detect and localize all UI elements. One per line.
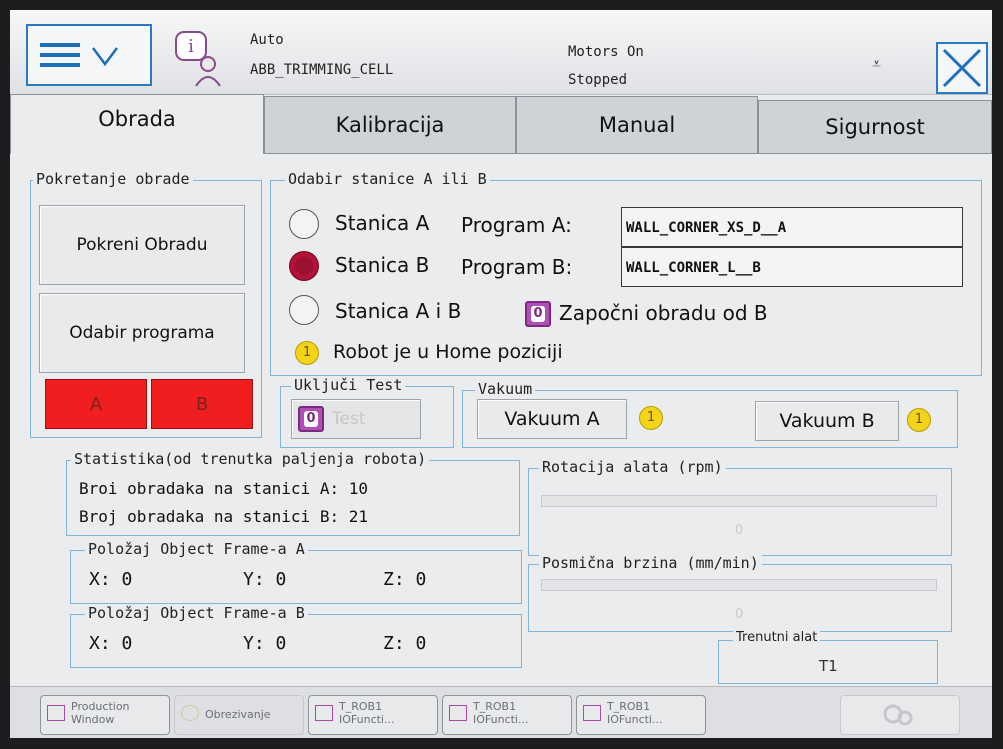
rapid-module-icon [315, 705, 333, 721]
event-log-icon[interactable]: i [170, 28, 226, 88]
frame-b-group: Položaj Object Frame-a B X: 0 Y: 0 Z: 0 [70, 604, 522, 668]
stanica-group: Odabir stanice A ili B Stanica A Program… [270, 170, 982, 376]
test-button[interactable]: 0 Test [291, 399, 421, 439]
task-t-rob1-1[interactable]: T_ROB1 IOFuncti... [308, 695, 438, 735]
motors-status: Motors On [568, 44, 644, 60]
header-bar: i Auto ABB_TRIMMING_CELL Motors On Stopp… [10, 10, 992, 95]
rotacija-bar [541, 495, 937, 507]
flexpendant-screen: i Auto ABB_TRIMMING_CELL Motors On Stopp… [10, 10, 992, 738]
home-label: Robot je u Home poziciji [333, 341, 563, 363]
task-label: T_ROB1 IOFuncti... [473, 700, 529, 726]
task-production-window[interactable]: Production Window [40, 695, 170, 735]
production-window-icon [47, 705, 65, 721]
stat-line-b: Broj obradaka na stanici B: 21 [79, 507, 368, 526]
main-menu-button[interactable] [26, 24, 152, 86]
stat-line-a: Broi obradaka na stanici A: 10 [79, 479, 368, 498]
program-state: Stopped [568, 72, 628, 88]
station-a-button[interactable]: A [45, 379, 147, 429]
frame-b-x: X: 0 [89, 633, 133, 654]
stanica-b-label: Stanica B [335, 253, 430, 277]
task-label: Production Window [71, 700, 130, 726]
tab-kalibracija[interactable]: Kalibracija [264, 96, 516, 154]
svg-text:i: i [188, 36, 194, 57]
posmicna-group: Posmična brzina (mm/min) 0 [528, 554, 952, 632]
pokreni-obradu-button[interactable]: Pokreni Obradu [39, 205, 245, 285]
task-label: T_ROB1 IOFuncti... [339, 700, 395, 726]
stanica-a-label: Stanica A [335, 211, 430, 235]
speed-icon: ⩡ [872, 54, 882, 73]
close-button[interactable] [936, 42, 988, 94]
rotacija-value: 0 [735, 523, 744, 538]
vakuum-b-indicator: 1 [907, 408, 931, 432]
quickset-button[interactable] [840, 695, 960, 735]
test-group: Uključi Test 0 Test [280, 376, 454, 448]
test-badge-value: 0 [304, 411, 318, 427]
pokretanje-legend: Pokretanje obrade [33, 170, 193, 188]
frame-a-x: X: 0 [89, 569, 133, 590]
rapid-module-icon [449, 705, 467, 721]
gears-icon [883, 704, 913, 726]
frame-b-z: Z: 0 [383, 633, 427, 654]
test-label: Test [332, 409, 366, 429]
alat-value: T1 [819, 657, 838, 675]
frame-a-y: Y: 0 [243, 569, 287, 590]
frame-a-legend: Položaj Object Frame-a A [85, 540, 308, 558]
frame-a-z: Z: 0 [383, 569, 427, 590]
program-a-field[interactable]: WALL_CORNER_XS_D__A [621, 207, 963, 247]
vakuum-group: Vakuum Vakuum A 1 Vakuum B 1 [462, 380, 958, 448]
hamburger-icon [40, 43, 80, 67]
task-t-rob1-3[interactable]: T_ROB1 IOFuncti... [576, 695, 706, 735]
obrezivanje-icon [181, 705, 199, 721]
station-b-button[interactable]: B [151, 379, 253, 429]
tab-sigurnost[interactable]: Sigurnost [758, 100, 992, 154]
tab-manual[interactable]: Manual [516, 96, 758, 154]
chevron-down-icon [92, 47, 118, 67]
posmicna-legend: Posmična brzina (mm/min) [539, 554, 762, 572]
radio-stanica-a[interactable] [289, 209, 319, 239]
stanica-a-i-b-label: Stanica A i B [335, 299, 462, 323]
vakuum-legend: Vakuum [475, 380, 536, 398]
operating-mode: Auto [250, 32, 284, 48]
pokretanje-group: Pokretanje obrade Pokreni Obradu Odabir … [30, 170, 262, 438]
system-name: ABB_TRIMMING_CELL [250, 62, 394, 78]
zapocni-toggle[interactable]: 0 [525, 301, 551, 327]
program-a-label: Program A: [461, 213, 572, 237]
statistika-group: Statistika(od trenutka paljenja robota) … [66, 450, 520, 536]
vakuum-a-button[interactable]: Vakuum A [477, 399, 627, 439]
vakuum-b-button[interactable]: Vakuum B [755, 401, 899, 441]
odabir-programa-button[interactable]: Odabir programa [39, 293, 245, 373]
frame-a-group: Položaj Object Frame-a A X: 0 Y: 0 Z: 0 [70, 540, 522, 604]
home-indicator: 1 [295, 341, 319, 365]
zapocni-badge-value: 0 [531, 306, 545, 322]
rotacija-group: Rotacija alata (rpm) 0 [528, 458, 952, 556]
posmicna-bar [541, 579, 937, 591]
task-label: T_ROB1 IOFuncti... [607, 700, 663, 726]
test-toggle: 0 [298, 406, 324, 432]
zapocni-label: Započni obradu od B [559, 301, 768, 325]
posmicna-value: 0 [735, 607, 744, 622]
program-b-field[interactable]: WALL_CORNER_L__B [621, 247, 963, 287]
tab-bar: Obrada Kalibracija Manual Sigurnost [10, 94, 992, 154]
taskbar: Production Window Obrezivanje T_ROB1 IOFun… [10, 686, 992, 738]
rotacija-legend: Rotacija alata (rpm) [539, 458, 726, 476]
statistika-legend: Statistika(od trenutka paljenja robota) [71, 450, 430, 468]
task-t-rob1-2[interactable]: T_ROB1 IOFuncti... [442, 695, 572, 735]
alat-legend: Trenutni alat [733, 630, 821, 645]
radio-stanica-b[interactable] [289, 251, 319, 281]
radio-stanica-a-i-b[interactable] [289, 295, 319, 325]
task-obrezivanje[interactable]: Obrezivanje [174, 695, 304, 735]
rapid-module-icon [583, 705, 601, 721]
test-legend: Uključi Test [291, 376, 406, 394]
program-b-label: Program B: [461, 255, 573, 279]
tab-obrada[interactable]: Obrada [10, 94, 264, 154]
alat-group: Trenutni alat T1 [718, 630, 938, 684]
vakuum-a-indicator: 1 [639, 406, 663, 430]
close-icon [942, 48, 982, 88]
frame-b-y: Y: 0 [243, 633, 287, 654]
frame-b-legend: Položaj Object Frame-a B [85, 604, 308, 622]
stanica-legend: Odabir stanice A ili B [285, 170, 490, 188]
task-label: Obrezivanje [205, 708, 271, 721]
